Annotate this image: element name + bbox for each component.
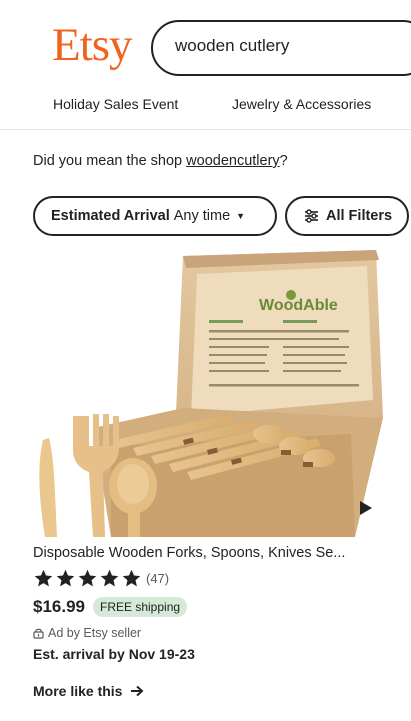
shop-suggestion: Did you mean the shop woodencutlery? [33, 153, 288, 169]
product-title[interactable]: Disposable Wooden Forks, Spoons, Knives … [33, 545, 345, 561]
star-icon [122, 569, 141, 586]
play-icon[interactable] [358, 500, 374, 516]
header: Etsy Holiday Sales Event Jewelry & Acces… [0, 0, 411, 130]
sliders-icon [304, 209, 319, 223]
arrow-right-icon [130, 685, 144, 697]
price-row: $16.99 FREE shipping [33, 596, 188, 618]
star-icon [100, 569, 119, 586]
product-price: $16.99 [33, 597, 85, 616]
ad-info-icon[interactable] [33, 628, 44, 639]
search-bar[interactable] [151, 20, 411, 76]
star-icon [78, 569, 97, 586]
star-rating: (47) [33, 568, 169, 588]
search-input[interactable] [175, 36, 405, 56]
free-shipping-badge: FREE shipping [93, 597, 188, 617]
nav-item-holiday-sales[interactable]: Holiday Sales Event [53, 96, 178, 112]
arrival-filter-label: Estimated Arrival [51, 208, 170, 224]
all-filters-label: All Filters [326, 208, 393, 224]
nav-item-jewelry[interactable]: Jewelry & Accessories [232, 96, 371, 112]
star-icon [34, 569, 53, 586]
more-like-this-label: More like this [33, 683, 123, 699]
review-count: (47) [146, 570, 170, 586]
ad-text: Ad by Etsy seller [48, 626, 142, 640]
suggestion-prefix: Did you mean the shop [33, 153, 187, 169]
suggestion-suffix: ? [279, 153, 288, 169]
more-like-this-link[interactable]: More like this [33, 683, 144, 699]
suggestion-link[interactable]: woodencutlery [186, 153, 280, 169]
estimated-arrival-filter[interactable]: Estimated Arrival Any time ▼ [33, 196, 277, 236]
ad-label: Ad by Etsy seller [33, 625, 141, 641]
estimated-arrival: Est. arrival by Nov 19-23 [33, 646, 195, 662]
category-nav: Holiday Sales Event Jewelry & Accessorie… [0, 96, 411, 116]
cutlery-box-illustration: WoodAble [33, 250, 392, 537]
all-filters-button[interactable]: All Filters [285, 196, 409, 236]
star-icon [56, 569, 75, 586]
arrival-filter-value: Any time [173, 208, 231, 224]
caret-down-icon: ▼ [236, 211, 246, 221]
etsy-logo[interactable]: Etsy [52, 22, 133, 69]
product-image[interactable]: WoodAble [33, 250, 392, 537]
image-brand-text: WoodAble [259, 297, 338, 314]
